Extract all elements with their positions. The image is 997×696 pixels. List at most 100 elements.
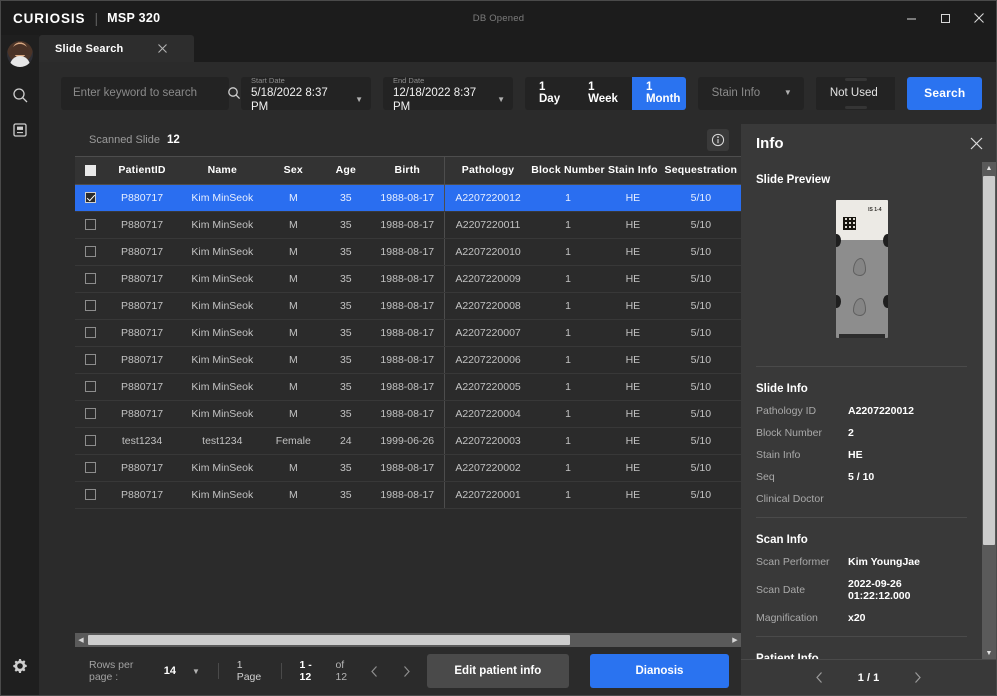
table-row[interactable]: P880717 Kim MinSeok M 35 1988-08-17 A22072200… — [75, 400, 741, 428]
column-header-sequestration[interactable]: Sequestration — [660, 157, 741, 185]
end-date-picker[interactable]: End Date 12/18/2022 8:37 PM ▼ — [383, 76, 513, 113]
table-row[interactable]: P880717 Kim MinSeok M 35 1988-08-17 A22072200… — [75, 319, 741, 347]
keyword-search-field[interactable] — [61, 76, 241, 110]
cell-birth: 1999-06-26 — [370, 427, 445, 455]
info-prev-button[interactable] — [815, 671, 824, 684]
table-row[interactable]: P880717 Kim MinSeok M 35 1988-08-17 A22072200… — [75, 211, 741, 239]
scroll-down-icon[interactable]: ▼ — [986, 647, 993, 659]
row-checkbox[interactable] — [84, 354, 96, 366]
row-select-cell[interactable] — [75, 373, 105, 401]
cell-pathology: A2207220010 — [444, 238, 532, 266]
row-checkbox[interactable] — [84, 300, 96, 312]
scroll-left-icon[interactable]: ◀ — [75, 636, 87, 644]
select-all-checkbox[interactable] — [84, 164, 96, 176]
prev-page-button[interactable] — [363, 665, 386, 678]
rows-per-page-value[interactable]: 14 — [164, 665, 176, 677]
scroll-up-icon[interactable]: ▲ — [986, 162, 993, 174]
start-date-picker[interactable]: Start Date 5/18/2022 8:37 PM ▼ — [241, 76, 371, 113]
chevron-down-icon[interactable]: ▼ — [192, 667, 200, 676]
column-header-pathology[interactable]: Pathology — [444, 157, 532, 185]
cell-birth: 1988-08-17 — [370, 238, 445, 266]
row-select-cell[interactable] — [75, 292, 105, 320]
tab-close-icon[interactable] — [157, 43, 168, 54]
sidebar-item-records[interactable] — [1, 115, 39, 149]
info-button[interactable] — [707, 129, 729, 151]
range-button-1-month[interactable]: 1 Month — [631, 76, 686, 110]
column-header-block-number[interactable]: Block Number — [531, 157, 606, 185]
table-row[interactable]: P880717 Kim MinSeok M 35 1988-08-17 A22072200… — [75, 265, 741, 293]
table-row[interactable]: P880717 Kim MinSeok M 35 1988-08-17 A22072200… — [75, 454, 741, 482]
scroll-right-icon[interactable]: ▶ — [729, 636, 741, 644]
chevron-down-icon[interactable]: ▼ — [784, 89, 792, 97]
row-checkbox[interactable] — [84, 435, 96, 447]
hscroll-track[interactable] — [87, 634, 729, 646]
table-row[interactable]: P880717 Kim MinSeok M 35 1988-08-17 A22072200… — [75, 481, 741, 509]
row-select-cell[interactable] — [75, 184, 105, 212]
row-checkbox[interactable] — [84, 327, 96, 339]
stepper-down-hint[interactable] — [844, 105, 867, 109]
row-select-cell[interactable] — [75, 265, 105, 293]
range-button-1-day[interactable]: 1 Day — [525, 77, 574, 110]
search-input[interactable] — [73, 87, 227, 99]
cell-birth: 1988-08-17 — [370, 265, 445, 293]
sidebar-item-settings[interactable] — [1, 651, 39, 685]
row-select-cell[interactable] — [75, 400, 105, 428]
range-button-1-week[interactable]: 1 Week — [574, 77, 632, 110]
column-header-stain-info[interactable]: Stain Info — [605, 157, 661, 185]
search-button[interactable]: Search — [907, 76, 983, 110]
column-header-name[interactable]: Name — [179, 157, 266, 185]
column-header-sex[interactable]: Sex — [265, 157, 322, 185]
row-checkbox[interactable] — [84, 489, 96, 501]
table-row[interactable]: P880717 Kim MinSeok M 35 1988-08-17 A22072200… — [75, 346, 741, 374]
row-checkbox[interactable] — [84, 381, 96, 393]
select-all-cell[interactable] — [75, 157, 105, 185]
row-checkbox[interactable] — [84, 408, 96, 420]
stepper-up-hint[interactable] — [844, 77, 867, 81]
table-row[interactable]: test1234 test1234 Female 24 1999-06-26 A22072… — [75, 427, 741, 455]
row-select-cell[interactable] — [75, 238, 105, 266]
vscroll-track[interactable] — [982, 174, 996, 647]
row-checkbox[interactable] — [84, 462, 96, 474]
table-row[interactable]: P880717 Kim MinSeok M 35 1988-08-17 A22072200… — [75, 238, 741, 266]
column-header-birth[interactable]: Birth — [370, 157, 445, 185]
search-icon — [12, 87, 29, 109]
row-select-cell[interactable] — [75, 346, 105, 374]
slide-preview-image[interactable]: IS 1-4 — [835, 200, 888, 338]
cell-sex: M — [265, 292, 322, 320]
column-header-age[interactable]: Age — [321, 157, 371, 185]
sidebar-item-search[interactable] — [1, 81, 39, 115]
row-select-cell[interactable] — [75, 481, 105, 509]
table-horizontal-scrollbar[interactable]: ◀ ▶ — [75, 633, 741, 647]
hscroll-thumb[interactable] — [88, 635, 570, 645]
diagnosis-button[interactable]: Dianosis — [589, 654, 729, 688]
row-select-cell[interactable] — [75, 454, 105, 482]
close-info-panel-button[interactable] — [969, 136, 984, 151]
chevron-down-icon[interactable]: ▼ — [497, 95, 505, 104]
user-avatar[interactable] — [7, 41, 33, 67]
row-checkbox[interactable] — [84, 192, 96, 204]
table-row[interactable]: P880717 Kim MinSeok M 35 1988-08-17 A22072200… — [75, 373, 741, 401]
info-panel-scrollbar[interactable]: ▲ ▼ — [982, 162, 996, 659]
chevron-down-icon[interactable]: ▼ — [355, 95, 363, 104]
next-page-button[interactable] — [395, 665, 418, 678]
row-checkbox[interactable] — [84, 219, 96, 231]
minimize-button[interactable] — [894, 1, 928, 35]
not-used-stepper[interactable]: Not Used — [815, 76, 896, 110]
table-row[interactable]: P880717 Kim MinSeok M 35 1988-08-17 A22072200… — [75, 184, 741, 212]
column-header-patientid[interactable]: PatientID — [105, 157, 180, 185]
search-icon[interactable] — [227, 86, 241, 100]
info-next-button[interactable] — [913, 671, 922, 684]
maximize-button[interactable] — [928, 1, 962, 35]
vscroll-thumb[interactable] — [983, 176, 995, 545]
table-row[interactable]: P880717 Kim MinSeok M 35 1988-08-17 A22072200… — [75, 292, 741, 320]
row-select-cell[interactable] — [75, 427, 105, 455]
row-select-cell[interactable] — [75, 319, 105, 347]
stain-info-select[interactable]: Stain Info ▼ — [697, 76, 804, 110]
tab-slide-search[interactable]: Slide Search — [39, 35, 194, 62]
row-select-cell[interactable] — [75, 211, 105, 239]
close-window-button[interactable] — [962, 1, 996, 35]
edit-patient-info-button[interactable]: Edit patient info — [426, 654, 569, 688]
row-checkbox[interactable] — [84, 246, 96, 258]
row-checkbox[interactable] — [84, 273, 96, 285]
cell-stain-info: HE — [605, 373, 661, 401]
